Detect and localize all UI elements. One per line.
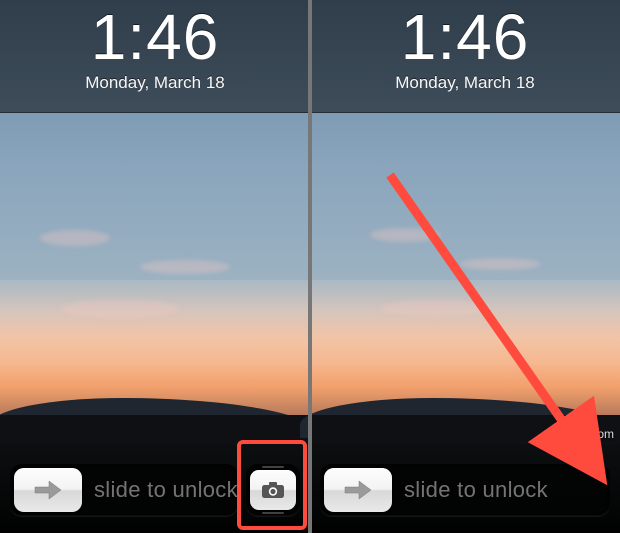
camera-shortcut[interactable]	[246, 464, 300, 516]
lock-clock-bar: 1:46 Monday, March 18	[310, 0, 620, 113]
pane-divider	[308, 0, 312, 533]
slide-label: slide to unlock	[82, 477, 238, 503]
grabber-line	[262, 466, 284, 468]
lock-bottom-bar: slide to unlock	[310, 445, 620, 533]
slide-label: slide to unlock	[392, 477, 610, 503]
watermark-text: osxdaily.com	[546, 427, 614, 441]
clock-date: Monday, March 18	[0, 73, 310, 93]
lock-bottom-bar: slide to unlock	[0, 445, 310, 533]
arrow-right-icon	[343, 478, 373, 502]
camera-button[interactable]	[250, 470, 296, 510]
clock-time: 1:46	[0, 4, 310, 71]
camera-icon	[261, 481, 285, 499]
clock-time: 1:46	[310, 4, 620, 71]
grabber-line	[262, 512, 284, 514]
lock-clock-bar: 1:46 Monday, March 18	[0, 0, 310, 113]
slide-to-unlock[interactable]: slide to unlock	[10, 464, 238, 516]
unlock-slider-knob[interactable]	[14, 468, 82, 512]
lockscreen-right: 1:46 Monday, March 18 osxdaily.com slide…	[310, 0, 620, 533]
arrow-right-icon	[33, 478, 63, 502]
lockscreen-left: 1:46 Monday, March 18 slide to unlock	[0, 0, 310, 533]
clock-date: Monday, March 18	[310, 73, 620, 93]
slide-to-unlock[interactable]: slide to unlock	[320, 464, 610, 516]
unlock-slider-knob[interactable]	[324, 468, 392, 512]
